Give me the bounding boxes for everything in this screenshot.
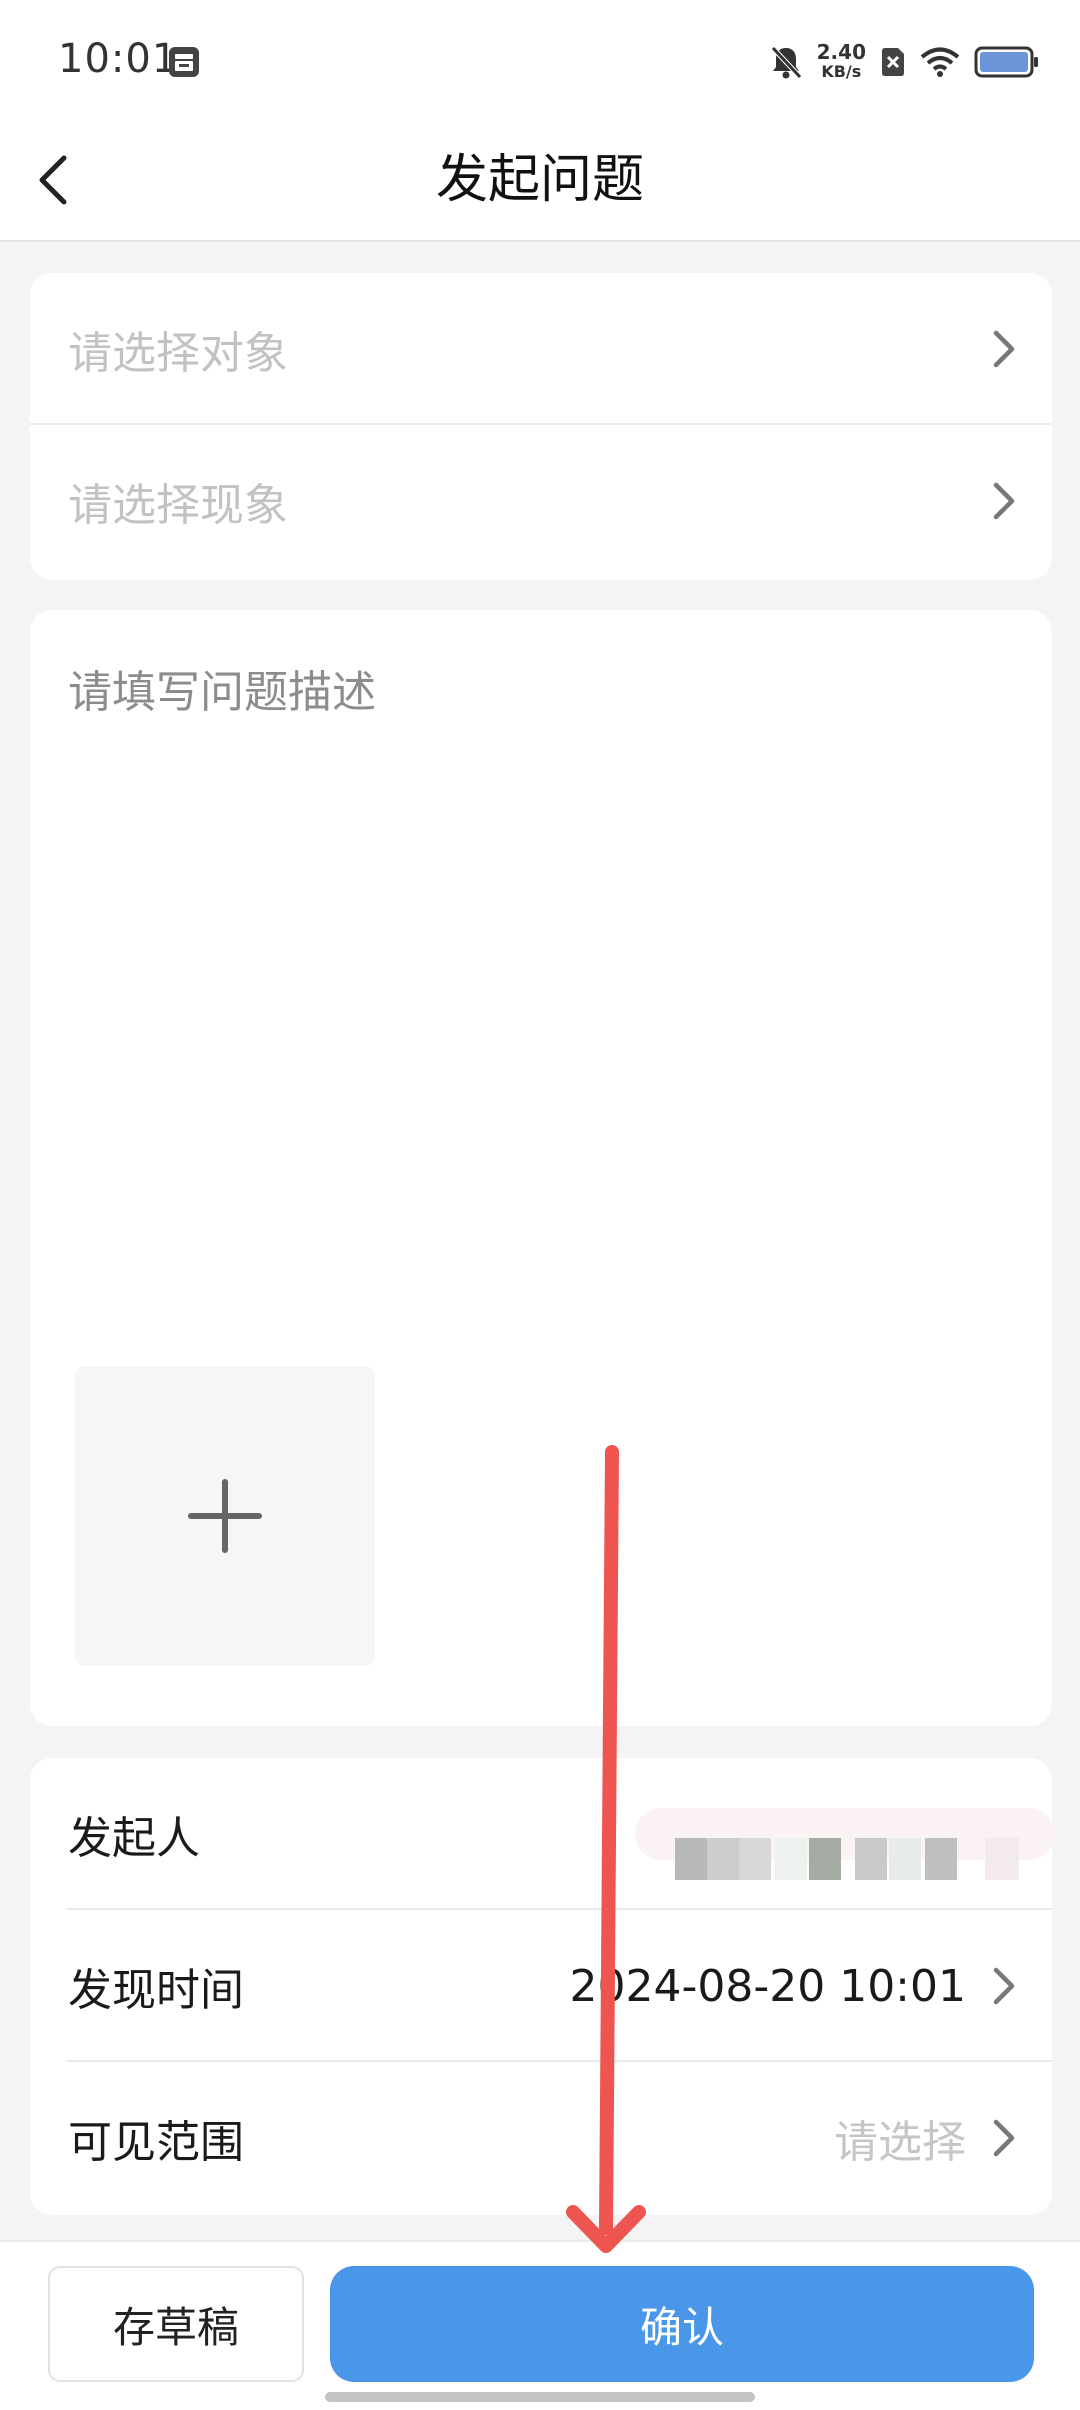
mute-bell-icon	[770, 46, 802, 79]
battery-icon	[974, 46, 1038, 78]
network-speed-unit: KB/s	[821, 62, 862, 81]
visibility-placeholder: 请选择	[834, 2117, 966, 2168]
chevron-right-icon	[993, 330, 1015, 368]
confirm-button[interactable]: 确认	[330, 2266, 1034, 2382]
chevron-right-icon	[993, 2119, 1015, 2157]
chevron-right-icon	[993, 1967, 1015, 2005]
bottom-action-bar: 存草稿 确认	[0, 2240, 1080, 2410]
description-card: 请填写问题描述	[30, 610, 1052, 1726]
select-phenomenon-row[interactable]: 请选择现象	[30, 425, 1052, 577]
info-card: 发起人 发现时间 2024-08-20 10:01 可见范围 请选择	[30, 1758, 1055, 2215]
status-bar: 10:01 2.40 KB/s	[0, 0, 1080, 120]
selector-card: 请选择对象 请选择现象	[30, 273, 1052, 580]
status-icons: 2.40 KB/s	[769, 38, 1040, 86]
initiator-row: 发起人	[30, 1758, 1055, 1910]
discover-time-row[interactable]: 发现时间 2024-08-20 10:01	[30, 1910, 1052, 2062]
wifi-icon	[920, 47, 960, 77]
home-indicator	[325, 2392, 755, 2402]
add-photo-button[interactable]	[75, 1366, 375, 1666]
discover-time-value: 2024-08-20 10:01	[569, 1960, 967, 2012]
save-draft-button[interactable]: 存草稿	[48, 2266, 304, 2382]
visibility-row[interactable]: 可见范围 请选择	[30, 2062, 1052, 2214]
select-phenomenon-placeholder: 请选择现象	[68, 480, 288, 531]
discover-time-label: 发现时间	[68, 1965, 244, 2016]
status-time: 10:01	[58, 36, 179, 82]
initiator-value-redacted	[635, 1798, 1055, 1880]
navigation-bar: 发起问题	[0, 120, 1080, 242]
plus-icon	[188, 1479, 262, 1553]
initiator-label: 发起人	[68, 1813, 200, 1864]
no-sim-icon	[882, 48, 904, 76]
description-input[interactable]: 请填写问题描述	[68, 656, 376, 720]
page-title: 发起问题	[435, 150, 644, 210]
visibility-label: 可见范围	[68, 2117, 244, 2168]
notification-icon	[169, 47, 199, 77]
chevron-right-icon	[993, 482, 1015, 520]
network-speed: 2.40 KB/s	[817, 42, 866, 82]
select-object-row[interactable]: 请选择对象	[30, 273, 1052, 425]
network-speed-value: 2.40	[816, 40, 866, 64]
select-object-placeholder: 请选择对象	[68, 328, 288, 379]
